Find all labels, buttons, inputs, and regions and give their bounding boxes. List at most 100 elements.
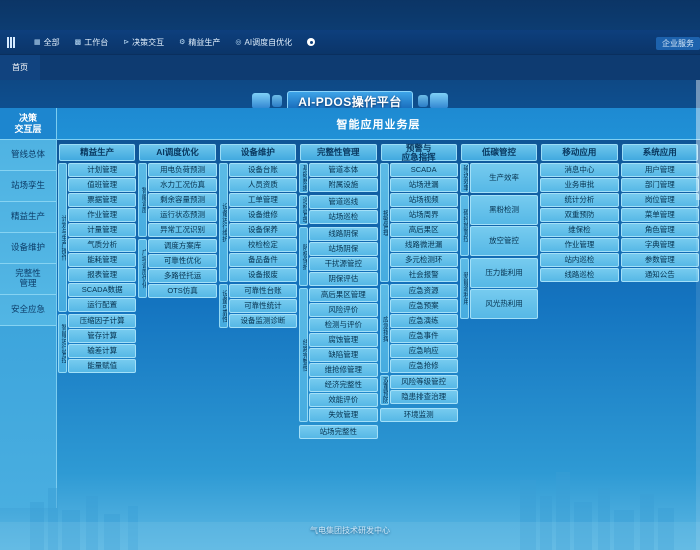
menu-cell[interactable]: 线路阴保 bbox=[309, 227, 378, 241]
menu-cell[interactable]: 岗位管理 bbox=[620, 193, 699, 207]
column-header[interactable]: 设备维护 bbox=[219, 144, 297, 161]
menu-cell[interactable]: 字典管理 bbox=[620, 238, 699, 252]
menu-cell[interactable]: 阴保评估 bbox=[309, 272, 378, 286]
menu-cell[interactable]: 附属设施 bbox=[309, 178, 378, 192]
menu-cell[interactable]: 检测与评价 bbox=[309, 318, 378, 332]
menu-cell[interactable]: 人员资质 bbox=[228, 178, 298, 192]
page-scrollbar[interactable] bbox=[696, 80, 700, 550]
menu-cell[interactable]: 值班管理 bbox=[68, 178, 137, 192]
menu-cell[interactable]: 应急事件 bbox=[389, 329, 458, 343]
sidebar-item-integrity-management[interactable]: 完整性 管理 bbox=[0, 264, 56, 295]
menu-cell[interactable]: 参数管理 bbox=[620, 253, 699, 267]
menu-cell[interactable]: 消息中心 bbox=[540, 163, 619, 177]
nav-item-ai-dispatch[interactable]: ◎ AI调度自优化 bbox=[235, 37, 292, 48]
menu-cell[interactable]: 校检检定 bbox=[228, 238, 298, 252]
menu-cell[interactable]: 报表管理 bbox=[68, 268, 137, 282]
menu-cell[interactable]: 站场泄漏 bbox=[389, 178, 458, 192]
nav-item-decision[interactable]: ⊳ 决策交互 bbox=[123, 37, 164, 48]
menu-cell[interactable]: 风险等级管控 bbox=[389, 375, 458, 389]
menu-cell[interactable]: 效能评价 bbox=[309, 393, 378, 407]
menu-cell[interactable]: SCADA bbox=[389, 163, 458, 177]
menu-cell[interactable]: 水力工况仿真 bbox=[148, 178, 217, 192]
menu-cell[interactable]: 备品备件 bbox=[228, 253, 298, 267]
column-header[interactable]: 预警与 应急指挥 bbox=[380, 143, 457, 161]
menu-cell-footer[interactable]: 站场完整性 bbox=[299, 425, 378, 439]
sidebar-item-safety-emergency[interactable]: 安全应急 bbox=[0, 295, 56, 326]
menu-cell[interactable]: 计量管理 bbox=[68, 223, 137, 237]
menu-cell[interactable]: 管道本体 bbox=[309, 163, 378, 177]
menu-cell[interactable]: 作业管理 bbox=[68, 208, 137, 222]
menu-cell[interactable]: 调度方案库 bbox=[148, 239, 217, 253]
menu-cell[interactable]: 输差计算 bbox=[68, 344, 137, 358]
menu-cell[interactable]: 用户管理 bbox=[620, 163, 699, 177]
menu-cell[interactable]: 站场视频 bbox=[389, 193, 458, 207]
menu-cell[interactable]: 高后果区管理 bbox=[309, 288, 378, 302]
menu-cell[interactable]: 通知公告 bbox=[620, 268, 699, 282]
menu-cell[interactable]: 应急抢修 bbox=[389, 359, 458, 373]
nav-item-lean-production[interactable]: ⚙ 精益生产 bbox=[179, 37, 220, 48]
hamburger-icon[interactable] bbox=[7, 36, 16, 48]
menu-cell[interactable]: 风险评价 bbox=[309, 303, 378, 317]
menu-cell[interactable]: 角色管理 bbox=[620, 223, 699, 237]
nav-item-workbench[interactable]: ▩ 工作台 bbox=[75, 37, 109, 48]
menu-cell[interactable]: 可靠性台账 bbox=[228, 284, 298, 298]
menu-cell[interactable]: 生产效率 bbox=[469, 163, 539, 193]
menu-cell[interactable]: 腐蚀管理 bbox=[309, 333, 378, 347]
menu-cell[interactable]: 压缩因子计算 bbox=[68, 314, 137, 328]
menu-cell[interactable]: 风光热利用 bbox=[469, 289, 539, 319]
menu-cell[interactable]: 统计分析 bbox=[540, 193, 619, 207]
column-header[interactable]: 完整性管理 bbox=[300, 144, 377, 161]
menu-cell[interactable]: 设备监测诊断 bbox=[228, 314, 298, 328]
enterprise-service-button[interactable]: 企业服务 bbox=[656, 37, 700, 50]
menu-cell[interactable]: 计划管理 bbox=[68, 163, 137, 177]
add-tab-button[interactable] bbox=[307, 38, 316, 46]
menu-cell[interactable]: 维保检 bbox=[540, 223, 619, 237]
menu-cell[interactable]: 经济完整性 bbox=[309, 378, 378, 392]
menu-cell[interactable]: 维抢修管理 bbox=[309, 363, 378, 377]
menu-cell[interactable]: 可靠性统计 bbox=[228, 299, 298, 313]
menu-cell[interactable]: 社会报警 bbox=[389, 268, 458, 282]
sidebar-item-station-twin[interactable]: 站场孪生 bbox=[0, 171, 56, 202]
menu-cell[interactable]: 高后果区 bbox=[389, 223, 458, 237]
menu-cell[interactable]: 用电负荷预测 bbox=[148, 163, 217, 177]
sidebar-item-lean-production[interactable]: 精益生产 bbox=[0, 202, 56, 233]
menu-cell[interactable]: 运行状态预测 bbox=[148, 208, 217, 222]
menu-cell[interactable]: 异常工况识别 bbox=[148, 223, 217, 237]
menu-cell[interactable]: 隐患排查治理 bbox=[389, 390, 458, 404]
tab-home[interactable]: 首页 bbox=[0, 55, 40, 80]
menu-cell[interactable]: 应急演练 bbox=[389, 314, 458, 328]
menu-cell[interactable]: 压力能利用 bbox=[469, 258, 539, 288]
nav-item-all[interactable]: ▦ 全部 bbox=[34, 37, 60, 48]
column-header[interactable]: 精益生产 bbox=[59, 144, 136, 161]
menu-cell-footer[interactable]: 环境监测 bbox=[379, 408, 458, 422]
menu-cell[interactable]: 站场周界 bbox=[389, 208, 458, 222]
menu-cell[interactable]: 应急预案 bbox=[389, 299, 458, 313]
menu-cell[interactable]: 应急资源 bbox=[389, 284, 458, 298]
menu-cell[interactable]: 气质分析 bbox=[68, 238, 137, 252]
menu-cell[interactable]: 剩余容量预测 bbox=[148, 193, 217, 207]
menu-cell[interactable]: 设备保养 bbox=[228, 223, 298, 237]
menu-cell[interactable]: 可靠性优化 bbox=[148, 254, 217, 268]
menu-cell[interactable]: 管道巡线 bbox=[309, 195, 378, 209]
menu-cell[interactable]: 应急响应 bbox=[389, 344, 458, 358]
menu-cell[interactable]: 失效管理 bbox=[309, 408, 378, 422]
menu-cell[interactable]: 能量赋值 bbox=[68, 359, 137, 373]
menu-cell[interactable]: 设备维修 bbox=[228, 208, 298, 222]
menu-cell[interactable]: 工单管理 bbox=[228, 193, 298, 207]
menu-cell[interactable]: 管存计算 bbox=[68, 329, 137, 343]
menu-cell[interactable]: 业务审批 bbox=[540, 178, 619, 192]
menu-cell[interactable]: 部门管理 bbox=[620, 178, 699, 192]
column-header[interactable]: 移动应用 bbox=[541, 144, 618, 161]
menu-cell[interactable]: 设备台账 bbox=[228, 163, 298, 177]
menu-cell[interactable]: 线路巡检 bbox=[540, 268, 619, 282]
column-header[interactable]: AI调度优化 bbox=[139, 144, 216, 161]
sidebar-item-equipment-maintenance[interactable]: 设备维护 bbox=[0, 233, 56, 264]
menu-cell[interactable]: 干扰源管控 bbox=[309, 257, 378, 271]
menu-cell[interactable]: 放空管控 bbox=[469, 226, 539, 256]
menu-cell[interactable]: OTS仿真 bbox=[148, 284, 217, 298]
menu-cell[interactable]: 作业管理 bbox=[540, 238, 619, 252]
menu-cell[interactable]: 设备报废 bbox=[228, 268, 298, 282]
menu-cell[interactable]: 多元检测环 bbox=[389, 253, 458, 267]
menu-cell[interactable]: SCADA数据 bbox=[68, 283, 137, 297]
sidebar-item-pipeline-overview[interactable]: 管线总体 bbox=[0, 140, 56, 171]
